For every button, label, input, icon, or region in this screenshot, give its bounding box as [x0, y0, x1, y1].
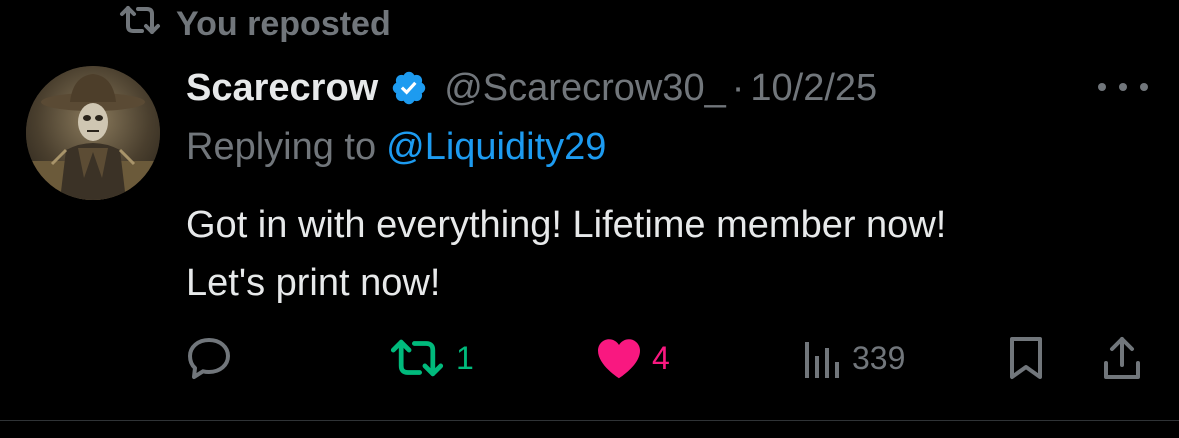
like-count: 4 [652, 339, 670, 376]
tweet-text-line: Let's print now! [186, 262, 441, 304]
repost-icon [118, 5, 162, 44]
action-bar: 1 4 339 [0, 330, 1179, 386]
repost-count: 1 [456, 339, 474, 376]
author-handle[interactable]: @Scarecrow30_ [444, 67, 725, 110]
repost-button[interactable]: 1 [388, 330, 474, 386]
tweet-header: Scarecrow @Scarecrow30_ · 10/2/25 [186, 64, 877, 112]
bookmark-icon [1010, 337, 1042, 379]
reply-button[interactable] [186, 330, 232, 386]
author-name[interactable]: Scarecrow [186, 67, 378, 110]
replying-to: Replying to @Liquidity29 [186, 124, 606, 170]
more-options-icon[interactable] [1098, 72, 1148, 102]
views-icon [805, 342, 839, 378]
tweet-text-line: Got in with everything! Lifetime member … [186, 204, 947, 246]
views-button[interactable]: 339 [802, 330, 905, 386]
bottom-divider [0, 420, 1179, 421]
reply-mention-link[interactable]: @Liquidity29 [386, 126, 606, 169]
share-button[interactable] [1100, 330, 1144, 386]
header-separator: · [731, 66, 745, 109]
verified-badge-icon [393, 71, 426, 105]
reply-icon [188, 338, 230, 379]
share-icon [1104, 337, 1140, 379]
bookmark-button[interactable] [1006, 330, 1046, 386]
reply-prefix: Replying to [186, 125, 377, 168]
tweet-text: Got in with everything! Lifetime member … [186, 196, 1146, 312]
heart-icon [598, 339, 640, 379]
views-count: 339 [852, 339, 906, 376]
tweet-date[interactable]: 10/2/25 [750, 67, 877, 110]
like-button[interactable]: 4 [596, 330, 670, 386]
repost-banner: You reposted [118, 4, 391, 44]
avatar[interactable] [26, 66, 160, 200]
repost-banner-text: You reposted [176, 4, 391, 43]
repost-icon [390, 339, 444, 377]
